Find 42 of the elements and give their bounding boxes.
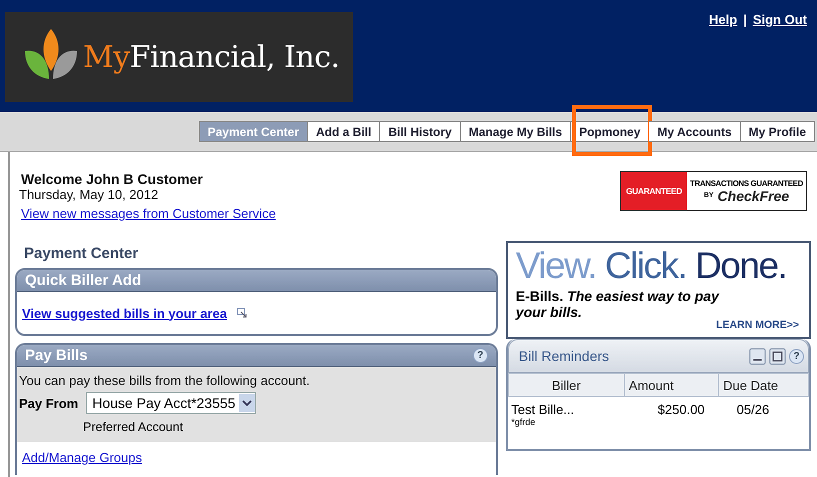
company-logo-text: MyFinancial, Inc. <box>83 40 340 74</box>
nav-tab[interactable]: Popmoney <box>571 121 650 142</box>
panel-title: Pay Bills <box>25 347 88 364</box>
caret-icon <box>239 394 256 412</box>
sign-out-link[interactable]: Sign Out <box>752 12 807 27</box>
section-title: Payment Center <box>24 245 140 262</box>
link-separator: | <box>743 12 747 27</box>
popup-icon <box>236 308 247 318</box>
help-icon[interactable]: ? <box>789 348 804 364</box>
date-text: Thursday, May 10, 2012 <box>19 187 160 202</box>
banner-headline: View. Click. Done. <box>516 247 788 285</box>
biller-name: Test Bille... <box>511 402 576 417</box>
account-note: Preferred Account <box>83 420 184 434</box>
panel-title: Quick Biller Add <box>25 272 142 289</box>
nav-tab[interactable]: My Profile <box>740 121 815 142</box>
intro-text: You can pay these bills from the following account. <box>19 373 311 388</box>
nav-tab[interactable]: My Accounts <box>649 121 741 142</box>
pay-from-label: Pay From <box>19 396 78 410</box>
welcome-text: Welcome John B Customer <box>21 171 204 187</box>
table-cell: $250.00 <box>624 396 719 432</box>
stamp-text: GUARANTEED <box>626 186 682 196</box>
minimize-icon[interactable] <box>749 348 766 364</box>
help-icon[interactable]: ? <box>472 348 488 363</box>
messages-link[interactable]: View new messages from Customer Service <box>21 206 276 221</box>
help-link[interactable]: Help <box>709 12 738 27</box>
nav-tab[interactable]: Manage My Bills <box>460 121 572 142</box>
column-header[interactable]: Due Date <box>718 374 808 396</box>
banner-tagline: E-Bills. The easiest way to pay your bills. <box>516 288 720 320</box>
brand-text: CheckFree <box>718 188 790 204</box>
suggested-bills-link[interactable]: View suggested bills in your area <box>22 306 227 320</box>
account-dropdown[interactable]: House Pay Acct*23555 <box>86 392 256 414</box>
column-header[interactable]: Amount <box>624 374 719 396</box>
manage-groups-link[interactable]: Add/Manage Groups <box>22 450 142 465</box>
biller-note: *gfrde <box>511 417 536 427</box>
badge-caption: TRANSACTIONS GUARANTEED <box>690 178 803 188</box>
column-header[interactable]: Biller <box>508 374 624 396</box>
table-cell: 05/26 <box>718 396 808 432</box>
panel-title: Bill Reminders <box>518 348 610 364</box>
learn-more-link[interactable]: LEARN MORE>> <box>716 319 799 331</box>
maximize-icon[interactable] <box>769 348 786 364</box>
nav-tab[interactable]: Bill History <box>380 121 461 142</box>
nav-tab[interactable]: Add a Bill <box>308 121 380 142</box>
